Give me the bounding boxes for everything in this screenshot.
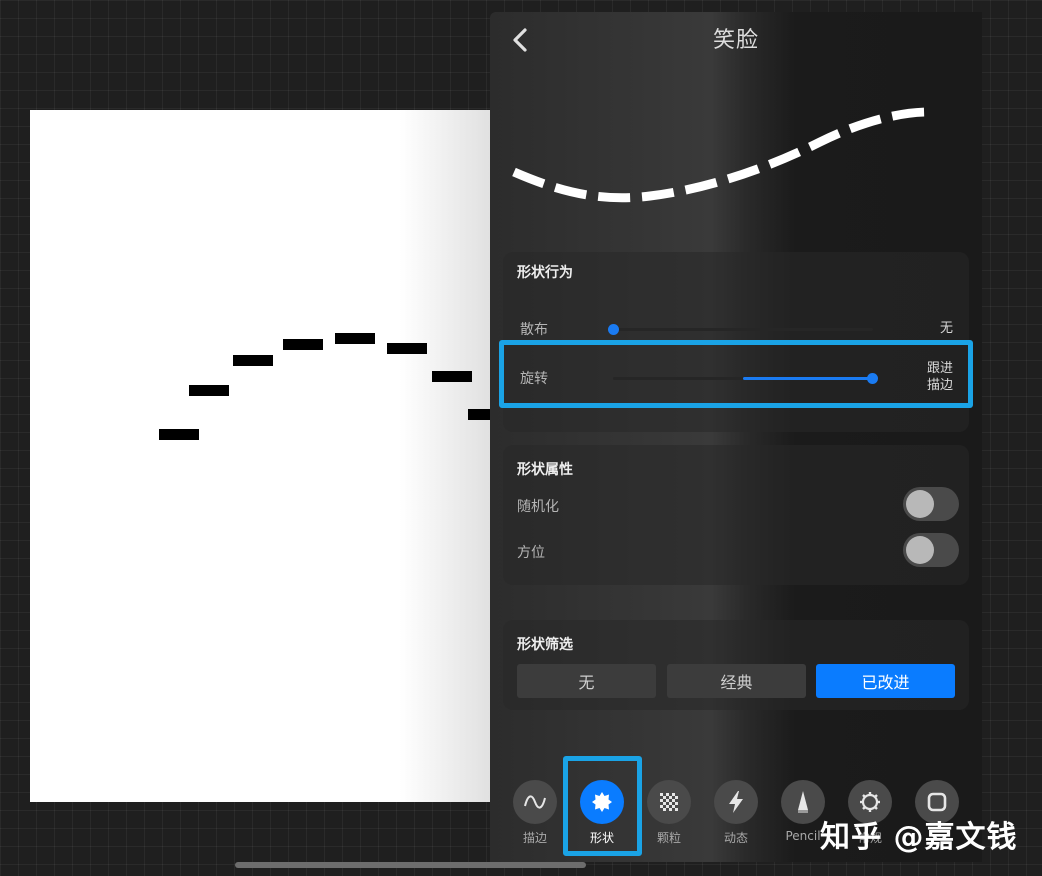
watermark-text: 知乎 @嘉文钱 (820, 820, 1018, 855)
tab-icon-circle (714, 780, 758, 824)
azimuth-toggle[interactable] (903, 533, 959, 567)
gear-icon (860, 792, 880, 812)
randomize-label: 随机化 (517, 499, 559, 515)
stroke-dash (335, 333, 375, 344)
shape-behavior-title: 形状行为 (517, 265, 573, 281)
tab-label: 形状 (589, 831, 614, 845)
stroke-path-icon (524, 795, 546, 809)
tab-icon-circle (781, 780, 825, 824)
tab-icon-circle (647, 780, 691, 824)
tab-label: 动态 (723, 831, 748, 845)
panel-title: 笑脸 (712, 28, 759, 53)
scatter-label: 散布 (520, 322, 548, 338)
home-indicator[interactable] (235, 862, 586, 868)
filter-option-improved[interactable]: 已改进 (816, 664, 955, 698)
rotation-slider[interactable] (608, 369, 878, 387)
tab-label: 描边 (522, 831, 547, 845)
grain-icon (660, 793, 678, 811)
shape-properties-title: 形状属性 (517, 462, 573, 478)
shape-icon (592, 792, 612, 812)
stroke-dash (387, 343, 427, 354)
tab-icon-circle (513, 780, 557, 824)
tab-grain[interactable]: 颗粒 (639, 780, 699, 846)
scatter-slider-knob[interactable] (608, 324, 619, 335)
rotation-slider-fill (743, 377, 873, 380)
toggle-knob (906, 490, 934, 518)
filter-option-none[interactable]: 无 (517, 664, 656, 698)
stroke-dash (159, 429, 199, 440)
stroke-dash (432, 371, 472, 382)
scatter-slider-track (613, 328, 873, 331)
drawing-canvas[interactable] (30, 110, 492, 802)
stroke-preview (512, 107, 929, 203)
tab-shape[interactable]: 形状 (572, 780, 632, 846)
stroke-dash (189, 385, 229, 396)
filter-option-classic[interactable]: 经典 (667, 664, 806, 698)
shape-properties-card: 形状属性 随机化 方位 (503, 445, 969, 585)
toggle-knob (906, 536, 934, 564)
rotation-label: 旋转 (520, 371, 548, 387)
lightning-icon (729, 791, 743, 813)
rotation-value: 跟进 描边 (926, 361, 953, 393)
randomize-toggle[interactable] (903, 487, 959, 521)
tab-icon-circle (580, 780, 624, 824)
scatter-slider[interactable] (608, 320, 878, 338)
rotation-slider-knob[interactable] (867, 373, 878, 384)
square-icon (927, 792, 947, 812)
stroke-dash (468, 409, 492, 420)
tab-label: 颗粒 (656, 831, 681, 845)
azimuth-label: 方位 (517, 545, 545, 561)
tab-dynamics[interactable]: 动态 (706, 780, 766, 846)
scatter-value: 无 (939, 321, 953, 336)
pencil-icon (798, 791, 808, 813)
stroke-dash (233, 355, 273, 366)
brush-settings-panel: 笑脸 形状行为 散布 无 旋转 跟进 描边 形状属性 随机化 方位 形状筛选 无… (490, 12, 982, 862)
stroke-dash (283, 339, 323, 350)
shape-filter-title: 形状筛选 (517, 637, 573, 653)
tab-stroke-path[interactable]: 描边 (505, 780, 565, 846)
shape-behavior-card: 形状行为 散布 无 旋转 跟进 描边 (503, 252, 969, 432)
shape-filter-card: 形状筛选 无 经典 已改进 (503, 620, 969, 710)
